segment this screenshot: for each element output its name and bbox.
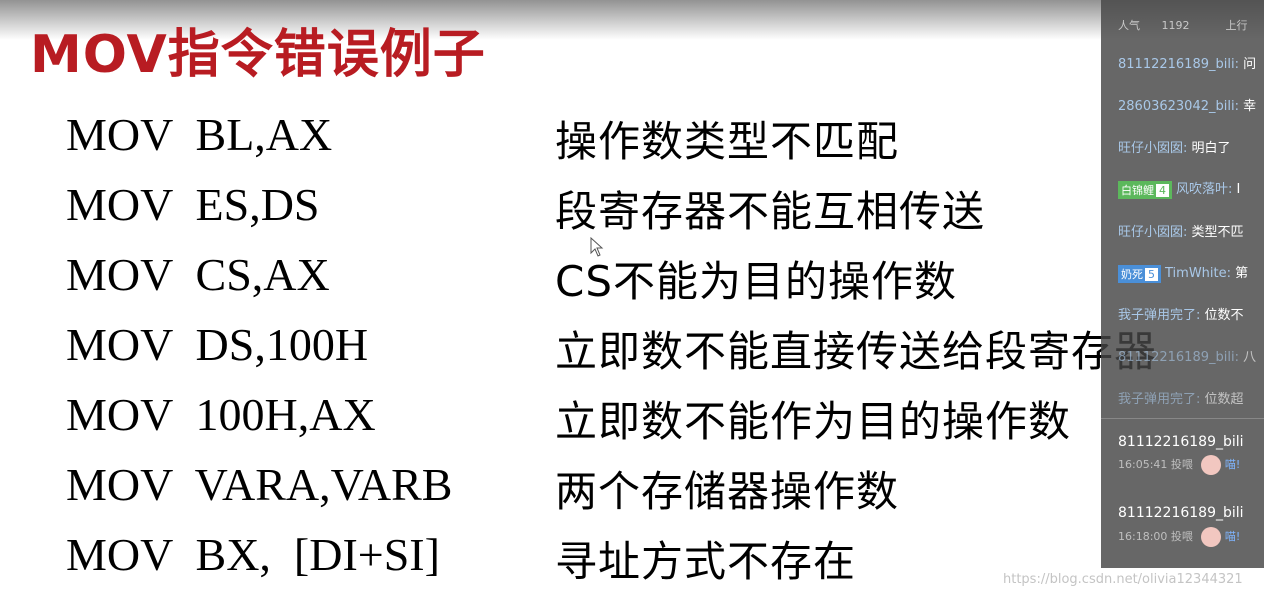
chat-user[interactable]: 风吹落叶: [1176,182,1232,197]
fan-medal-level: 5 [1145,267,1158,281]
chat-text: 位数不 [1204,308,1244,323]
chat-message: 奶死 5 TimWhite: 第 [1118,262,1248,283]
chat-message: 旺仔小囡囡: 类型不匹 [1118,221,1244,240]
instruction-row: MOV DS,100H 立即数不能直接传送给段寄存器 [0,318,1260,382]
cat-paw-icon [1200,527,1221,547]
chat-message: 28603623042_bili: 幸 [1118,95,1256,114]
instruction-error: 立即数不能直接传送给段寄存器 [555,327,1158,376]
chat-user[interactable]: 我子弹用完了: [1118,392,1200,407]
instruction-row: MOV 100H,AX 立即数不能作为目的操作数 [0,388,1260,452]
fan-medal-level: 4 [1156,183,1169,197]
gift-sender[interactable]: 81112216189_bili [1118,505,1244,521]
ship-label: 上行 [1225,19,1248,32]
chat-user[interactable]: 我子弹用完了: [1118,308,1200,323]
mouse-cursor-icon [590,237,604,257]
slide-title: MOV指令错误例子 [30,25,486,85]
gift-name: 喵! [1224,530,1241,543]
instruction-code: MOV CS,AX [66,249,330,300]
chat-message: 旺仔小囡囡: 明白了 [1118,137,1231,156]
instruction-error: 段寄存器不能互相传送 [555,187,986,236]
instruction-code: MOV DS,100H [66,319,369,370]
chat-text: 类型不匹 [1191,225,1244,240]
instruction-row: MOV BL,AX 操作数类型不匹配 [0,108,1260,172]
gift-action: 投喂 [1170,458,1193,471]
popularity-value: 1192 [1161,19,1190,32]
chat-text: 问 [1243,57,1257,72]
chat-message: 我子弹用完了: 位数不 [1118,304,1244,323]
instruction-code: MOV BX, [DI+SI] [66,529,440,580]
instruction-error: 立即数不能作为目的操作数 [555,397,1072,446]
panel-divider [1101,418,1264,419]
fan-medal-badge[interactable]: 白锦鲤 4 [1118,180,1172,199]
chat-user[interactable]: 28603623042_bili: [1118,99,1239,114]
gift-line: 16:18:00 投喂 喵! [1118,527,1240,547]
danmaku-panel[interactable]: 人气 1192上行 742 81112216189_bili: 问 286036… [1101,0,1264,568]
instruction-row: MOV CS,AX CS不能为目的操作数 [0,248,1260,312]
gift-line: 16:05:41 投喂 喵! [1118,455,1240,475]
instruction-code: MOV ES,DS [66,179,320,230]
chat-user[interactable]: 81112216189_bili: [1118,57,1239,72]
gift-name: 喵! [1224,458,1241,471]
chat-text: 明白了 [1191,141,1231,156]
chat-message: 白锦鲤 4 风吹落叶: I [1118,178,1240,199]
fan-medal-name: 白锦鲤 [1121,183,1154,197]
slide: MOV指令错误例子 MOV BL,AX 操作数类型不匹配 MOV ES,DS 段… [0,0,1156,599]
gift-time: 16:18:00 [1118,530,1168,543]
chat-user[interactable]: 旺仔小囡囡: [1118,141,1187,156]
chat-message: 我子弹用完了: 位数超 [1118,388,1244,407]
fan-medal-badge[interactable]: 奶死 5 [1118,264,1161,283]
gift-sender[interactable]: 81112216189_bili [1118,434,1244,450]
chat-user[interactable]: 81112216189_bili: [1118,350,1239,365]
instruction-code: MOV 100H,AX [66,389,376,440]
chat-text: I [1236,182,1241,197]
chat-text: 八 [1243,350,1257,365]
chat-text: 位数超 [1204,392,1244,407]
instruction-error: 操作数类型不匹配 [555,117,900,166]
instruction-row: MOV VARA,VARB 两个存储器操作数 [0,458,1260,522]
panel-stats: 人气 1192上行 742 [1118,17,1264,33]
popularity-label: 人气 [1118,19,1140,32]
fan-medal-name: 奶死 [1121,267,1143,281]
gift-time: 16:05:41 [1118,458,1168,471]
chat-text: 幸 [1243,99,1257,114]
gift-action: 投喂 [1170,530,1193,543]
instruction-error: 寻址方式不存在 [555,537,857,586]
chat-user[interactable]: 旺仔小囡囡: [1118,225,1187,240]
instruction-code: MOV VARA,VARB [66,459,453,510]
instruction-error: 两个存储器操作数 [555,467,900,516]
chat-message: 81112216189_bili: 八 [1118,346,1256,365]
instruction-code: MOV BL,AX [66,109,333,160]
cat-paw-icon [1200,455,1221,475]
chat-user[interactable]: TimWhite: [1165,266,1231,281]
instruction-row: MOV ES,DS 段寄存器不能互相传送 [0,178,1260,242]
instruction-error: CS不能为目的操作数 [555,257,957,306]
csdn-watermark: https://blog.csdn.net/olivia12344321 [1003,572,1243,587]
chat-text: 第 [1235,266,1249,281]
chat-message: 81112216189_bili: 问 [1118,53,1256,72]
